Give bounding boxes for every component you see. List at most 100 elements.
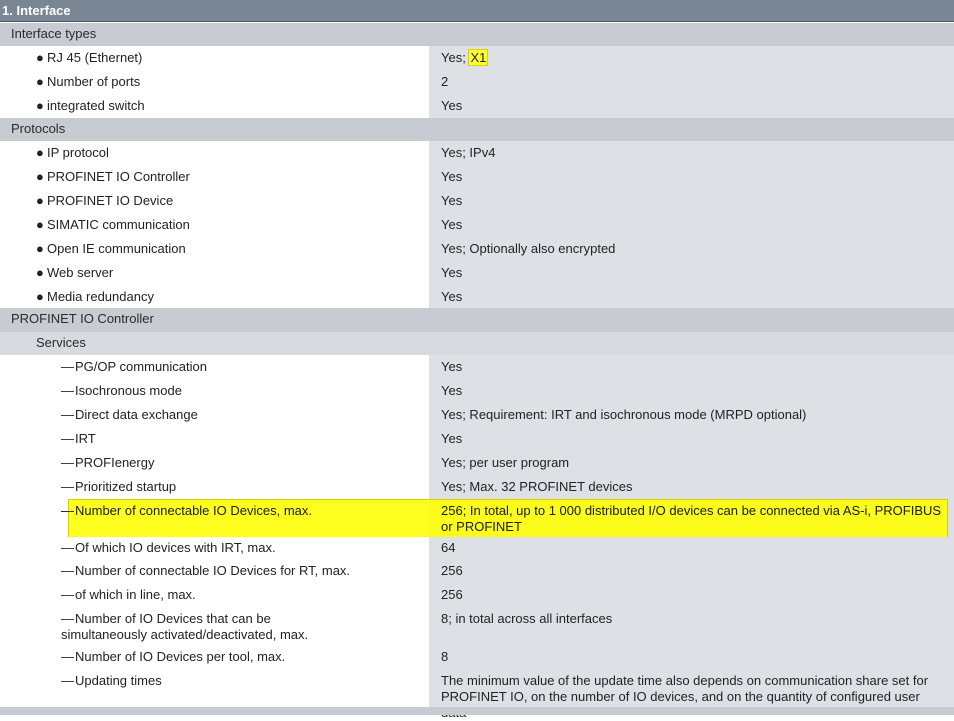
bullet-icon: ● bbox=[36, 193, 44, 208]
table-row: ● integrated switch Yes bbox=[0, 94, 954, 118]
table-row: ● Number of ports 2 bbox=[0, 70, 954, 94]
table-row: —PG/OP communication Yes bbox=[0, 355, 954, 379]
table-row: —of which in line, max. 256 bbox=[0, 583, 954, 607]
highlighted-text-overlay: —Number of connectable IO Devices, max. … bbox=[0, 499, 954, 537]
row-value: Yes; Requirement: IRT and isochronous mo… bbox=[441, 407, 807, 422]
bullet-icon: ● bbox=[36, 289, 44, 304]
row-label: Number of IO Devices that can be simulta… bbox=[61, 611, 309, 642]
table-row: ● Open IE communication Yes; Optionally a… bbox=[0, 237, 954, 261]
dash-icon: — bbox=[61, 540, 74, 555]
table-row: —Number of connectable IO Devices for RT… bbox=[0, 559, 954, 583]
row-value: 256 bbox=[441, 587, 463, 602]
row-label: Isochronous mode bbox=[75, 383, 182, 398]
row-value: Yes; per user program bbox=[441, 455, 570, 470]
table-row: ● SIMATIC communication Yes bbox=[0, 213, 954, 237]
row-value: Yes bbox=[441, 289, 463, 304]
table-row: —Direct data exchange Yes; Requirement: … bbox=[0, 403, 954, 427]
row-value: Yes; IPv4 bbox=[441, 145, 496, 160]
table-row: ● PROFINET IO Device Yes bbox=[0, 189, 954, 213]
row-value: 256 bbox=[441, 563, 463, 578]
section-profinet-io-controller: PROFINET IO Controller bbox=[0, 308, 954, 332]
page-title: 1. Interface bbox=[0, 0, 954, 22]
row-value: Yes bbox=[441, 383, 463, 398]
section-label: Protocols bbox=[11, 121, 66, 136]
next-row-partial bbox=[0, 707, 954, 715]
dash-icon: — bbox=[61, 431, 74, 446]
table-row: ● PROFINET IO Controller Yes bbox=[0, 165, 954, 189]
row-label: PG/OP communication bbox=[75, 359, 207, 374]
row-label: Prioritized startup bbox=[75, 479, 177, 494]
bullet-icon: ● bbox=[36, 217, 44, 232]
dash-icon: — bbox=[61, 587, 74, 602]
row-value: Yes; Max. 32 PROFINET devices bbox=[441, 479, 633, 494]
table-row: ● Media redundancy Yes bbox=[0, 285, 954, 308]
dash-icon: — bbox=[61, 649, 74, 664]
row-label: integrated switch bbox=[47, 98, 145, 113]
row-value-cell: Yes; X1 bbox=[429, 46, 954, 70]
table-row: ● Web server Yes bbox=[0, 261, 954, 285]
row-label: of which in line, max. bbox=[75, 587, 196, 602]
table-row: —Isochronous mode Yes bbox=[0, 379, 954, 403]
dash-icon: — bbox=[61, 673, 74, 688]
row-value: Yes; Optionally also encrypted bbox=[441, 241, 616, 256]
row-label: IP protocol bbox=[47, 145, 109, 160]
table-row: —PROFIenergy Yes; per user program bbox=[0, 451, 954, 475]
row-label: Open IE communication bbox=[47, 241, 186, 256]
table-row: —Prioritized startup Yes; Max. 32 PROFIN… bbox=[0, 475, 954, 499]
bullet-icon: ● bbox=[36, 241, 44, 256]
section-label: PROFINET IO Controller bbox=[11, 311, 154, 326]
row-label: Number of connectable IO Devices, max. bbox=[75, 503, 312, 518]
row-label: IRT bbox=[75, 431, 96, 446]
table-row: ● RJ 45 (Ethernet) Yes; X1 bbox=[0, 46, 954, 70]
row-label: Updating times bbox=[75, 673, 162, 688]
row-label: Media redundancy bbox=[47, 289, 154, 304]
row-label: Number of IO Devices per tool, max. bbox=[75, 649, 286, 664]
section-label: Interface types bbox=[11, 26, 97, 41]
row-label: RJ 45 (Ethernet) bbox=[47, 50, 143, 65]
row-label: Of which IO devices with IRT, max. bbox=[75, 540, 276, 555]
row-value: Yes; bbox=[441, 50, 470, 65]
bullet-icon: ● bbox=[36, 265, 44, 280]
dash-icon: — bbox=[61, 503, 74, 518]
row-label: Direct data exchange bbox=[75, 407, 198, 422]
row-label: Number of ports bbox=[47, 74, 141, 89]
bullet-icon: ● bbox=[36, 169, 44, 184]
bullet-icon: ● bbox=[36, 145, 44, 160]
highlighted-value: X1 bbox=[468, 49, 489, 66]
row-value: 256; In total, up to 1 000 distributed I… bbox=[441, 503, 942, 534]
row-label: PROFINET IO Controller bbox=[47, 169, 190, 184]
row-label: SIMATIC communication bbox=[47, 217, 190, 232]
table-row: ● IP protocol Yes; IPv4 bbox=[0, 141, 954, 165]
row-label: Number of connectable IO Devices for RT,… bbox=[75, 563, 351, 578]
table-row: —Number of IO Devices per tool, max. 8 bbox=[0, 645, 954, 669]
row-value: Yes bbox=[441, 359, 463, 374]
dash-icon: — bbox=[61, 479, 74, 494]
row-value: 2 bbox=[441, 74, 449, 89]
dash-icon: — bbox=[61, 383, 74, 398]
dash-icon: — bbox=[61, 611, 74, 626]
row-value: Yes bbox=[441, 193, 463, 208]
bullet-icon: ● bbox=[36, 98, 44, 113]
row-value: 64 bbox=[441, 540, 456, 555]
row-value: 8 bbox=[441, 649, 449, 664]
row-label: Web server bbox=[47, 265, 114, 280]
section-interface-types: Interface types bbox=[0, 23, 954, 46]
dash-icon: — bbox=[61, 359, 74, 374]
table-row: —Number of IO Devices that can be simult… bbox=[0, 607, 954, 645]
dash-icon: — bbox=[61, 455, 74, 470]
row-value: Yes bbox=[441, 265, 463, 280]
row-value: Yes bbox=[441, 431, 463, 446]
dash-icon: — bbox=[61, 563, 74, 578]
row-label: PROFINET IO Device bbox=[47, 193, 174, 208]
table-row: —Of which IO devices with IRT, max. 64 bbox=[0, 537, 954, 559]
row-label: PROFIenergy bbox=[75, 455, 155, 470]
row-value: Yes bbox=[441, 169, 463, 184]
row-value: Yes bbox=[441, 98, 463, 113]
row-value: Yes bbox=[441, 217, 463, 232]
bullet-icon: ● bbox=[36, 50, 44, 65]
bullet-icon: ● bbox=[36, 74, 44, 89]
subsection-services: Services bbox=[0, 332, 954, 355]
section-protocols: Protocols bbox=[0, 118, 954, 141]
row-label-cell: ● RJ 45 (Ethernet) bbox=[0, 46, 429, 70]
row-value: 8; in total across all interfaces bbox=[441, 611, 613, 626]
